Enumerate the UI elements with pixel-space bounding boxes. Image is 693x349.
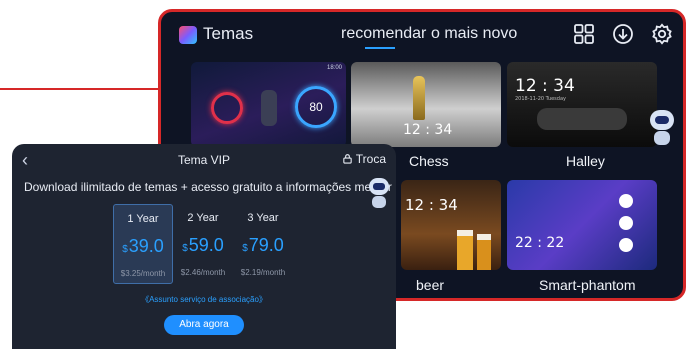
grid-icon[interactable] bbox=[573, 23, 595, 45]
lock-icon bbox=[343, 154, 352, 164]
motorcycle-image bbox=[537, 108, 627, 130]
plan-name: 1 Year bbox=[127, 213, 159, 225]
service-terms-link[interactable]: 《Assunto serviço de associação》 bbox=[12, 294, 396, 305]
app-bubble-icon bbox=[619, 216, 633, 230]
plan-name: 3 Year bbox=[247, 212, 279, 224]
open-now-button[interactable]: Abra agora bbox=[164, 315, 244, 335]
plan-option-2-year[interactable]: 2 Year $59.0 $2.46/month bbox=[173, 204, 233, 284]
plan-monthly-price: $2.19/month bbox=[240, 268, 286, 277]
settings-gear-icon[interactable] bbox=[651, 23, 673, 45]
themes-app-icon bbox=[179, 26, 197, 44]
theme-tile-halley[interactable]: 12 : 34 2018-11-20 Tuesday bbox=[507, 62, 657, 147]
tile-status-bar bbox=[511, 65, 653, 73]
plan-name: 2 Year bbox=[187, 212, 219, 224]
tab-o-mais-novo[interactable]: o mais novo bbox=[431, 25, 517, 43]
tile-clock: 12 : 34 bbox=[405, 196, 458, 214]
plan-price: $79.0 bbox=[242, 235, 284, 255]
car-icon bbox=[261, 90, 277, 126]
download-icon[interactable] bbox=[612, 23, 634, 45]
plan-monthly-price: $2.46/month bbox=[180, 268, 226, 277]
vip-description: Download ilimitado de temas + acesso gra… bbox=[24, 180, 392, 194]
theme-tile-beer[interactable]: 12 : 34 bbox=[401, 180, 501, 270]
tile-date: 2018-11-20 Tuesday bbox=[515, 96, 566, 102]
speed-gauge: 80 bbox=[295, 86, 337, 128]
tile-clock: 12 : 34 bbox=[515, 76, 575, 96]
king-piece-icon bbox=[413, 76, 425, 120]
plan-monthly-price: $3.25/month bbox=[120, 269, 166, 278]
beer-glass-icon bbox=[457, 230, 473, 270]
app-bubble-icon bbox=[619, 194, 633, 208]
tile-status-bar bbox=[511, 183, 653, 191]
tile-label-smart-phantom: Smart-phantom bbox=[539, 277, 636, 293]
callout-connector-line bbox=[0, 88, 160, 90]
troca-label: Troca bbox=[355, 152, 386, 166]
tile-status-bar: 18:00 bbox=[326, 65, 342, 71]
plan-price: $39.0 bbox=[122, 236, 164, 256]
plan-option-1-year[interactable]: 1 Year $39.0 $3.25/month bbox=[113, 204, 173, 284]
vip-dialog: ‹ Tema VIP Troca Download ilimitado de t… bbox=[12, 144, 396, 349]
theme-tile-dashboard[interactable]: 18:00 80 bbox=[191, 62, 346, 147]
robot-assistant-icon[interactable] bbox=[648, 110, 676, 150]
tile-clock: 12 : 34 bbox=[403, 122, 453, 138]
tile-status-bar bbox=[405, 183, 497, 191]
plan-option-3-year[interactable]: 3 Year $79.0 $2.19/month bbox=[233, 204, 293, 284]
tab-recomendar[interactable]: recomendar bbox=[341, 25, 426, 43]
tile-label-halley: Halley bbox=[566, 153, 605, 169]
theme-tile-smart-phantom[interactable]: 22 : 22 bbox=[507, 180, 657, 270]
vip-dialog-title: Tema VIP bbox=[177, 153, 231, 167]
themes-title: Temas bbox=[203, 24, 254, 43]
troca-button[interactable]: Troca bbox=[342, 152, 386, 166]
theme-tile-chess[interactable]: 12 : 34 bbox=[351, 62, 501, 147]
left-gauge bbox=[211, 92, 243, 124]
tile-label-chess: Chess bbox=[409, 153, 449, 169]
tile-status-bar bbox=[355, 65, 497, 73]
active-tab-indicator bbox=[365, 47, 395, 49]
tile-label-beer: beer bbox=[416, 277, 445, 293]
beer-glass-icon bbox=[477, 234, 491, 270]
robot-assistant-icon[interactable] bbox=[367, 178, 391, 214]
plan-price: $59.0 bbox=[182, 235, 224, 255]
app-bubble-icon bbox=[619, 238, 633, 252]
tile-clock: 22 : 22 bbox=[515, 235, 565, 251]
